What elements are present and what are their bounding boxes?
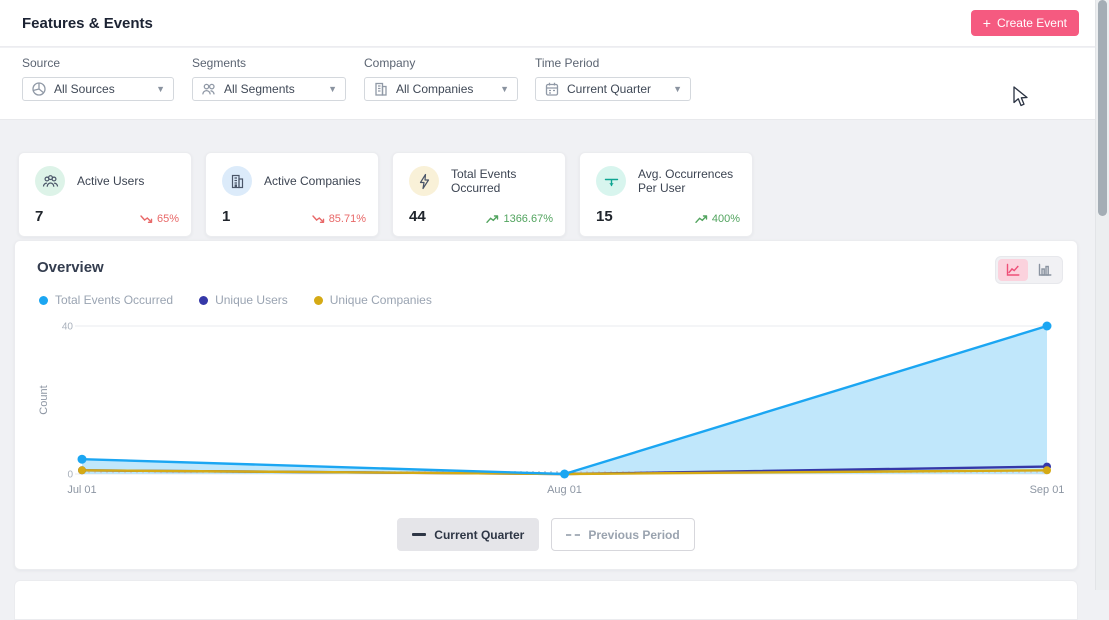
filter-company: Company All Companies ▼ — [364, 56, 518, 101]
trend-down-icon — [140, 214, 153, 224]
source-value: All Sources — [54, 82, 149, 96]
stat-label: Avg. Occurrences Per User — [638, 167, 738, 195]
trend-up-icon — [695, 214, 708, 224]
line-chart-icon — [1005, 262, 1021, 278]
legend-total-events[interactable]: Total Events Occurred — [39, 293, 173, 307]
page-title: Features & Events — [22, 15, 153, 32]
overview-title: Overview — [37, 259, 104, 276]
users-icon — [35, 166, 65, 196]
stat-card-avg-occurrences: Avg. Occurrences Per User 15 400% — [579, 152, 753, 237]
company-dropdown[interactable]: All Companies ▼ — [364, 77, 518, 101]
overview-card: Overview Total Events Occurred Unique Us… — [14, 240, 1078, 570]
next-section-card — [14, 580, 1078, 620]
svg-text:Aug 01: Aug 01 — [547, 484, 582, 496]
chart-legend: Total Events Occurred Unique Users Uniqu… — [39, 293, 432, 307]
plus-icon: + — [983, 16, 991, 30]
source-icon — [31, 81, 47, 97]
trend-badge: 400% — [695, 213, 740, 225]
stat-value: 15 — [596, 208, 613, 225]
chevron-down-icon: ▼ — [156, 84, 165, 94]
chevron-down-icon: ▼ — [500, 84, 509, 94]
line-chart-toggle-button[interactable] — [998, 259, 1028, 281]
company-value: All Companies — [396, 82, 493, 96]
create-event-label: Create Event — [997, 16, 1067, 30]
stat-card-total-events: Total Events Occurred 44 1366.67% — [392, 152, 566, 237]
legend-unique-users[interactable]: Unique Users — [199, 293, 288, 307]
bar-chart-icon — [1037, 262, 1053, 278]
trend-up-icon — [486, 214, 499, 224]
scrollbar-track[interactable] — [1095, 0, 1109, 590]
company-label: Company — [364, 56, 518, 70]
time-period-dropdown[interactable]: Current Quarter ▼ — [535, 77, 691, 101]
current-quarter-button[interactable]: Current Quarter — [397, 518, 539, 551]
svg-text:Jul 01: Jul 01 — [67, 484, 96, 496]
trend-badge: 85.71% — [312, 213, 366, 225]
stat-value: 1 — [222, 208, 230, 225]
trend-down-icon — [312, 214, 325, 224]
segments-label: Segments — [192, 56, 346, 70]
svg-text:Count: Count — [38, 385, 50, 414]
stat-card-active-companies: Active Companies 1 85.71% — [205, 152, 379, 237]
stat-value: 44 — [409, 208, 426, 225]
chevron-down-icon: ▼ — [673, 84, 682, 94]
period-buttons: Current Quarter Previous Period — [15, 518, 1077, 551]
time-period-label: Time Period — [535, 56, 691, 70]
create-event-button[interactable]: + Create Event — [971, 10, 1079, 36]
average-icon — [596, 166, 626, 196]
stat-label: Active Users — [77, 174, 144, 188]
stat-card-active-users: Active Users 7 65% — [18, 152, 192, 237]
source-label: Source — [22, 56, 174, 70]
solid-dash-icon — [412, 533, 426, 536]
segments-value: All Segments — [224, 82, 321, 96]
lightning-icon — [409, 166, 439, 196]
scrollbar-thumb[interactable] — [1098, 0, 1107, 216]
chevron-down-icon: ▼ — [328, 84, 337, 94]
source-dropdown[interactable]: All Sources ▼ — [22, 77, 174, 101]
stat-label: Total Events Occurred — [451, 167, 551, 195]
building-icon — [222, 166, 252, 196]
legend-dot-blue — [39, 296, 48, 305]
trend-badge: 1366.67% — [486, 213, 553, 225]
svg-text:40: 40 — [62, 322, 74, 333]
overview-area-chart[interactable]: 0 40 Jul 01 Aug 01 Sep 01 Count — [15, 307, 1077, 507]
svg-text:Sep 01: Sep 01 — [1030, 484, 1065, 496]
dashed-dash-icon — [566, 534, 580, 536]
filter-source: Source All Sources ▼ — [22, 56, 174, 101]
trend-badge: 65% — [140, 213, 179, 225]
svg-text:0: 0 — [67, 470, 73, 481]
segments-icon — [201, 81, 217, 97]
stat-label: Active Companies — [264, 174, 361, 188]
filter-segments: Segments All Segments ▼ — [192, 56, 346, 101]
filter-bar: Source All Sources ▼ Segments All Segmen… — [0, 48, 1095, 120]
legend-unique-companies[interactable]: Unique Companies — [314, 293, 432, 307]
legend-dot-gold — [314, 296, 323, 305]
calendar-icon — [544, 81, 560, 97]
previous-period-button[interactable]: Previous Period — [551, 518, 694, 551]
time-period-value: Current Quarter — [567, 82, 666, 96]
top-bar: Features & Events + Create Event — [0, 0, 1095, 47]
legend-dot-indigo — [199, 296, 208, 305]
bar-chart-toggle-button[interactable] — [1030, 259, 1060, 281]
segments-dropdown[interactable]: All Segments ▼ — [192, 77, 346, 101]
stat-value: 7 — [35, 208, 43, 225]
company-icon — [373, 81, 389, 97]
chart-type-toggle — [995, 256, 1063, 284]
filter-time-period: Time Period Current Quarter ▼ — [535, 56, 691, 101]
